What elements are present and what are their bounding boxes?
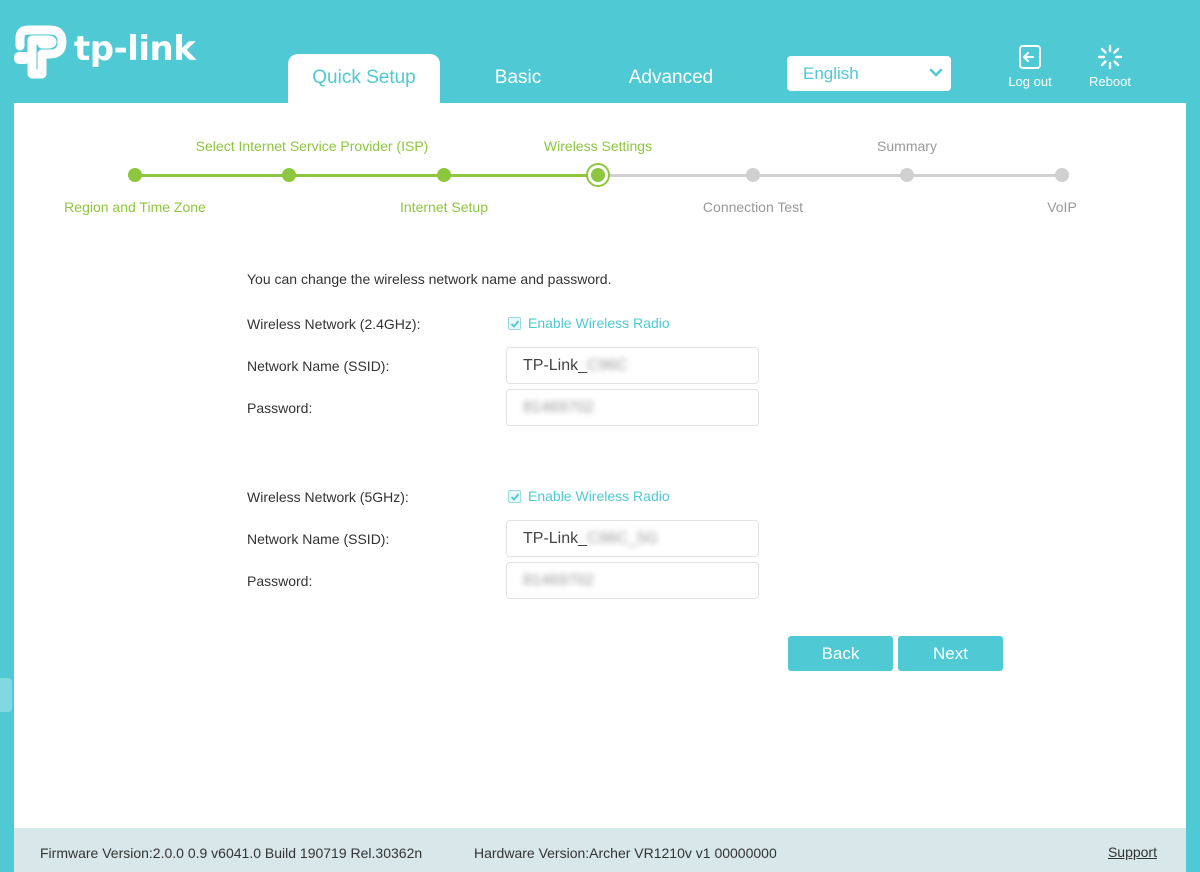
progress-line-todo (598, 174, 1062, 177)
tp-link-logo-icon (12, 22, 72, 82)
step-dot-connection (746, 168, 760, 182)
firmware-version: Firmware Version:2.0.0 0.9 v6041.0 Build… (40, 845, 423, 861)
step-label-summary: Summary (877, 138, 937, 154)
enable-radio-24-checkbox[interactable]: Enable Wireless Radio (508, 315, 670, 331)
step-dot-isp (282, 168, 296, 182)
logout-icon (1019, 45, 1041, 69)
tab-advanced[interactable]: Advanced (595, 54, 747, 103)
password-5-label: Password: (247, 573, 313, 589)
password-24-label: Password: (247, 400, 313, 416)
step-label-internet: Internet Setup (400, 199, 488, 215)
ssid-24-label: Network Name (SSID): (247, 358, 390, 374)
step-label-connection: Connection Test (702, 199, 804, 215)
ssid-5-suffix-redacted: C96C_5G (587, 530, 659, 547)
step-label-voip: VoIP (1047, 199, 1077, 215)
ssid-5-prefix: TP-Link_ (523, 530, 588, 547)
tab-quick-setup[interactable]: Quick Setup (288, 54, 440, 103)
step-dot-summary (900, 168, 914, 182)
language-select[interactable]: English (787, 56, 951, 91)
step-dot-voip (1055, 168, 1069, 182)
step-dot-wireless (588, 165, 608, 185)
chevron-down-icon (929, 68, 943, 77)
step-dot-internet (437, 168, 451, 182)
checkbox-checked-icon (508, 489, 521, 503)
ssid-5-input[interactable]: TP-Link_C96C_5G (506, 520, 759, 557)
password-24-value-redacted: 81469702 (523, 399, 595, 416)
back-button[interactable]: Back (788, 636, 893, 671)
logo-text: tp-link (74, 29, 196, 69)
footer: Firmware Version:2.0.0 0.9 v6041.0 Build… (14, 828, 1186, 872)
ssid-24-input[interactable]: TP-Link_C96C (506, 347, 759, 384)
enable-radio-5-checkbox[interactable]: Enable Wireless Radio (508, 488, 670, 504)
setup-progress: Region and Time Zone Select Internet Ser… (14, 103, 1186, 223)
password-5-input[interactable]: 81469702 (506, 562, 759, 599)
side-collapse-handle[interactable] (0, 678, 12, 712)
ssid-24-suffix-redacted: C96C (587, 357, 628, 374)
main-panel: Region and Time Zone Select Internet Ser… (14, 103, 1186, 828)
password-24-input[interactable]: 81469702 (506, 389, 759, 426)
hardware-version: Hardware Version:Archer VR1210v v1 00000… (474, 845, 777, 861)
step-label-wireless: Wireless Settings (543, 138, 653, 154)
reboot-icon (1097, 44, 1123, 70)
tp-link-logo: tp-link (12, 22, 196, 82)
next-button[interactable]: Next (898, 636, 1003, 671)
enable-radio-5-label: Enable Wireless Radio (528, 488, 670, 504)
logout-button[interactable]: Log out (995, 44, 1065, 89)
band-24-label: Wireless Network (2.4GHz): (247, 316, 421, 332)
password-5-value-redacted: 81469702 (523, 572, 595, 589)
logout-label: Log out (1008, 74, 1052, 89)
reboot-label: Reboot (1089, 74, 1131, 89)
step-label-isp: Select Internet Service Provider (ISP) (195, 138, 429, 154)
reboot-button[interactable]: Reboot (1075, 44, 1145, 89)
step-label-region: Region and Time Zone (64, 199, 206, 215)
ssid-5-label: Network Name (SSID): (247, 531, 390, 547)
checkbox-checked-icon (508, 316, 521, 330)
intro-text: You can change the wireless network name… (247, 271, 612, 287)
top-header: tp-link Quick Setup Basic Advanced Engli… (0, 0, 1200, 103)
step-dot-region (128, 168, 142, 182)
enable-radio-24-label: Enable Wireless Radio (528, 315, 670, 331)
ssid-24-prefix: TP-Link_ (523, 357, 588, 374)
tab-basic[interactable]: Basic (442, 54, 594, 103)
support-link[interactable]: Support (1108, 844, 1157, 860)
language-selected-value: English (803, 64, 859, 83)
progress-line-done (135, 174, 598, 177)
band-5-label: Wireless Network (5GHz): (247, 489, 409, 505)
